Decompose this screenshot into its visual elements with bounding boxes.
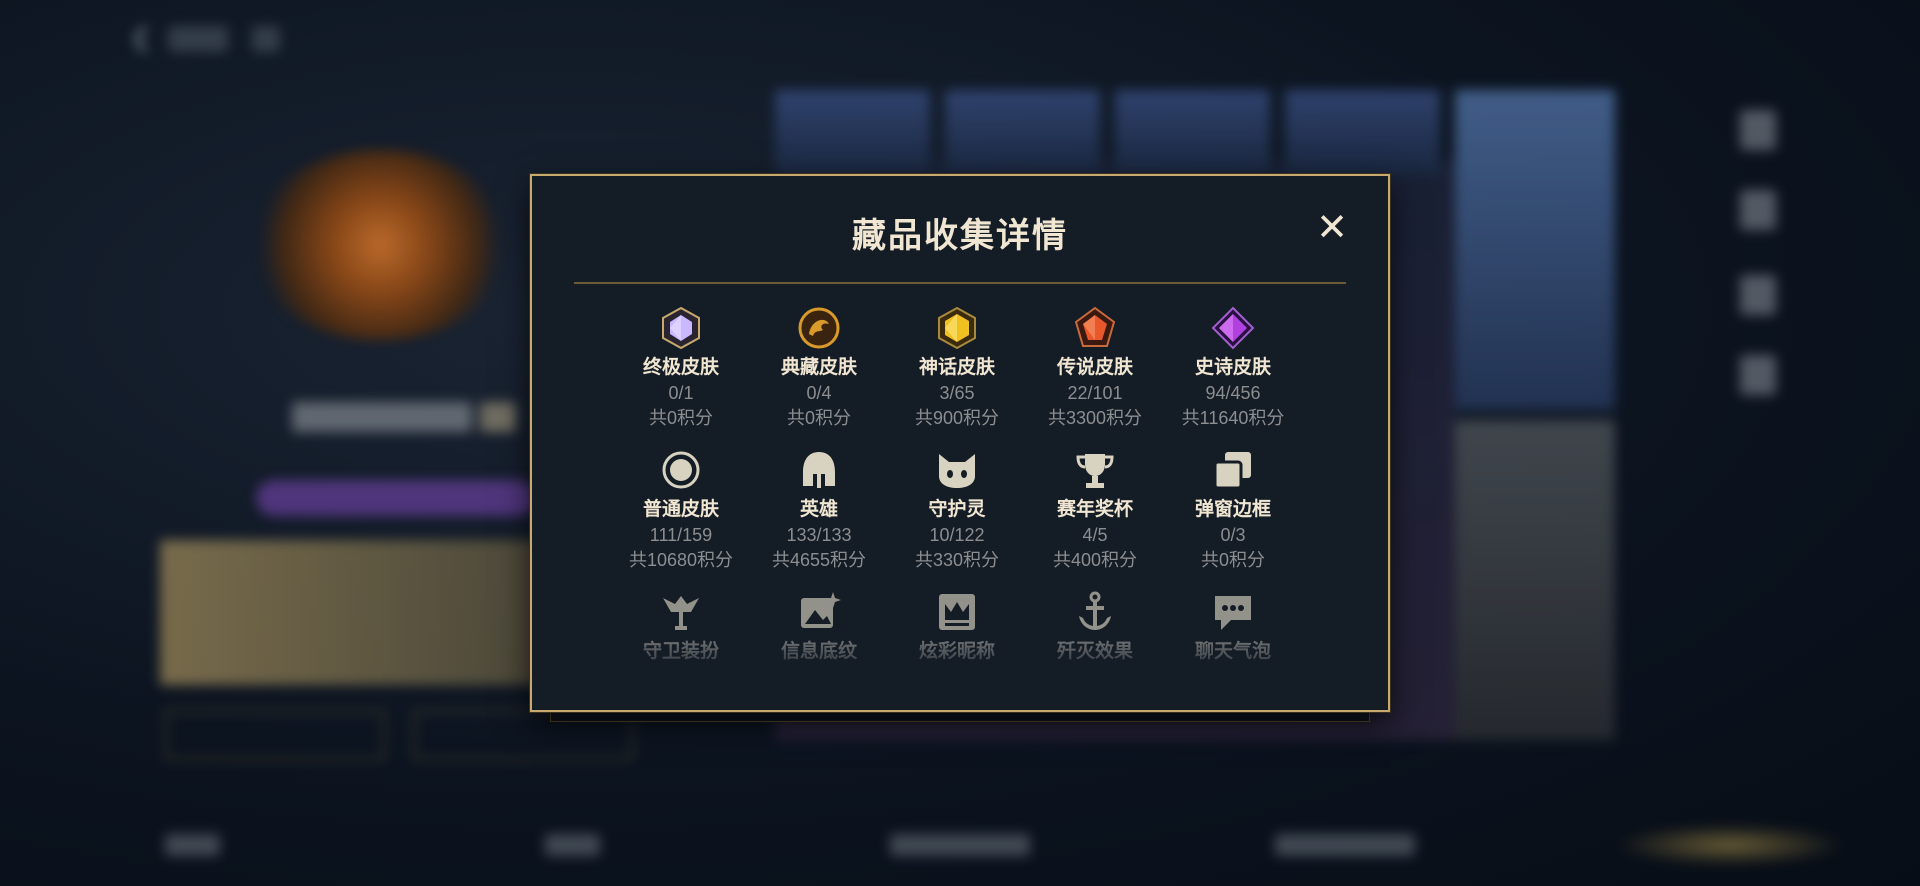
collection-item-count: 3/65 xyxy=(939,383,975,403)
collection-item[interactable]: 守卫装扮 xyxy=(612,590,750,718)
ward-icon xyxy=(659,590,703,634)
bg-blurred-card xyxy=(160,540,540,685)
bg-skin-thumb xyxy=(775,90,930,175)
collection-item-name: 传说皮肤 xyxy=(1056,357,1133,378)
collection-item[interactable]: 信息底纹 xyxy=(750,590,888,718)
collection-item-name: 终极皮肤 xyxy=(642,357,719,378)
crown-card-icon xyxy=(935,590,979,634)
collection-item[interactable]: 赛年奖杯 4/5 共400积分 xyxy=(1026,448,1164,576)
collection-item-points: 共0积分 xyxy=(648,408,713,428)
collection-item-name: 史诗皮肤 xyxy=(1194,357,1271,378)
collection-item-name: 神话皮肤 xyxy=(918,357,995,378)
collection-item-points: 共900积分 xyxy=(914,408,1000,428)
dialog-title: 藏品收集详情 xyxy=(852,217,1068,255)
collection-item-points: 共400积分 xyxy=(1052,550,1138,570)
bg-side-icon xyxy=(1740,110,1776,150)
bg-skin-card xyxy=(1455,420,1615,740)
collection-item-count: 0/3 xyxy=(1220,525,1246,545)
bg-skin-thumb xyxy=(945,90,1100,175)
bg-skin-thumb xyxy=(1285,90,1440,175)
bg-bottom-label xyxy=(890,834,1030,856)
bg-side-icon xyxy=(1740,355,1776,395)
collection-item-name: 守卫装扮 xyxy=(642,641,719,662)
collection-item-count: 111/159 xyxy=(649,525,713,545)
collection-item[interactable]: 普通皮肤 111/159 共10680积分 xyxy=(612,448,750,576)
bg-bottom-label xyxy=(165,834,220,856)
mythic-gem-icon xyxy=(935,306,979,350)
collection-item[interactable]: 歼灭效果 xyxy=(1026,590,1164,718)
bg-blurred-title xyxy=(168,26,228,52)
collection-item[interactable]: 传说皮肤 22/101 共3300积分 xyxy=(1026,306,1164,434)
helmet-icon xyxy=(797,448,841,492)
legendary-gem-icon xyxy=(1073,306,1117,350)
collection-item-count: 133/133 xyxy=(786,525,852,545)
chat-bubble-icon xyxy=(1211,590,1255,634)
circle-icon xyxy=(659,448,703,492)
collection-item-count: 94/456 xyxy=(1205,383,1261,403)
image-sparkle-icon xyxy=(797,590,841,634)
collection-item-name: 守护灵 xyxy=(928,499,986,520)
collection-item-points: 共0积分 xyxy=(1200,550,1265,570)
collection-item[interactable]: 典藏皮肤 0/4 共0积分 xyxy=(750,306,888,434)
collection-item[interactable]: 史诗皮肤 94/456 共11640积分 xyxy=(1164,306,1302,434)
collection-item-name: 典藏皮肤 xyxy=(780,357,857,378)
epic-gem-icon xyxy=(1211,306,1255,350)
title-divider xyxy=(574,282,1346,284)
collection-item[interactable]: 聊天气泡 xyxy=(1164,590,1302,718)
collection-item-name: 赛年奖杯 xyxy=(1056,499,1133,520)
bg-blurred-name-icon xyxy=(480,402,516,432)
bg-bottom-button xyxy=(1620,825,1840,865)
collection-item-points: 共3300积分 xyxy=(1047,408,1143,428)
collection-item-name: 弹窗边框 xyxy=(1194,499,1271,520)
trophy-icon xyxy=(1073,448,1117,492)
collection-item-count: 4/5 xyxy=(1082,525,1108,545)
bg-side-icon xyxy=(1740,275,1776,315)
bg-blurred-name xyxy=(292,402,472,432)
collection-item[interactable]: 炫彩昵称 xyxy=(888,590,1026,718)
collection-item[interactable]: 英雄 133/133 共4655积分 xyxy=(750,448,888,576)
close-button[interactable]: ✕ xyxy=(1314,209,1350,247)
ultimate-gem-icon xyxy=(659,306,703,350)
frames-icon xyxy=(1211,448,1255,492)
collection-item-name: 炫彩昵称 xyxy=(918,641,995,662)
collection-item-name: 英雄 xyxy=(799,499,838,520)
collection-item[interactable]: 神话皮肤 3/65 共900积分 xyxy=(888,306,1026,434)
anchor-icon xyxy=(1073,590,1117,634)
collection-item-count: 10/122 xyxy=(929,525,985,545)
collection-item-points: 共10680积分 xyxy=(628,550,734,570)
collection-item-points: 共4655积分 xyxy=(771,550,867,570)
prestige-dragon-icon xyxy=(797,306,841,350)
bg-side-icon xyxy=(1740,190,1776,230)
collection-item-name: 歼灭效果 xyxy=(1056,641,1133,662)
bg-bottom-label xyxy=(1275,834,1415,856)
bg-bottom-label xyxy=(545,834,600,856)
collection-item-name: 信息底纹 xyxy=(780,641,857,662)
collection-details-dialog: 藏品收集详情 ✕ 终极皮肤 0/1 共0积分 典藏皮肤 0/4 共0积分 神话皮肤 3/65 共… xyxy=(530,174,1390,712)
bg-skin-thumb xyxy=(1115,90,1270,175)
rank-emblem xyxy=(250,150,510,340)
back-arrow-icon: ❮ xyxy=(130,22,152,52)
bg-blurred-badge xyxy=(256,480,536,516)
collection-item[interactable]: 终极皮肤 0/1 共0积分 xyxy=(612,306,750,434)
bg-blurred-button xyxy=(165,710,385,760)
cat-face-icon xyxy=(935,448,979,492)
collection-item[interactable]: 弹窗边框 0/3 共0积分 xyxy=(1164,448,1302,576)
collection-item-points: 共330积分 xyxy=(914,550,1000,570)
collection-item-count: 0/1 xyxy=(668,383,694,403)
collection-item-count: 22/101 xyxy=(1067,383,1123,403)
bg-blurred-subtitle xyxy=(252,26,280,52)
collection-item-name: 普通皮肤 xyxy=(642,499,719,520)
collection-grid: 终极皮肤 0/1 共0积分 典藏皮肤 0/4 共0积分 神话皮肤 3/65 共900积分 传说皮肤… xyxy=(612,306,1302,718)
collection-item-points: 共0积分 xyxy=(786,408,851,428)
collection-item[interactable]: 守护灵 10/122 共330积分 xyxy=(888,448,1026,576)
collection-item-count: 0/4 xyxy=(806,383,832,403)
collection-item-name: 聊天气泡 xyxy=(1194,641,1271,662)
collection-item-points: 共11640积分 xyxy=(1181,408,1285,428)
bg-skin-card xyxy=(1455,90,1615,410)
